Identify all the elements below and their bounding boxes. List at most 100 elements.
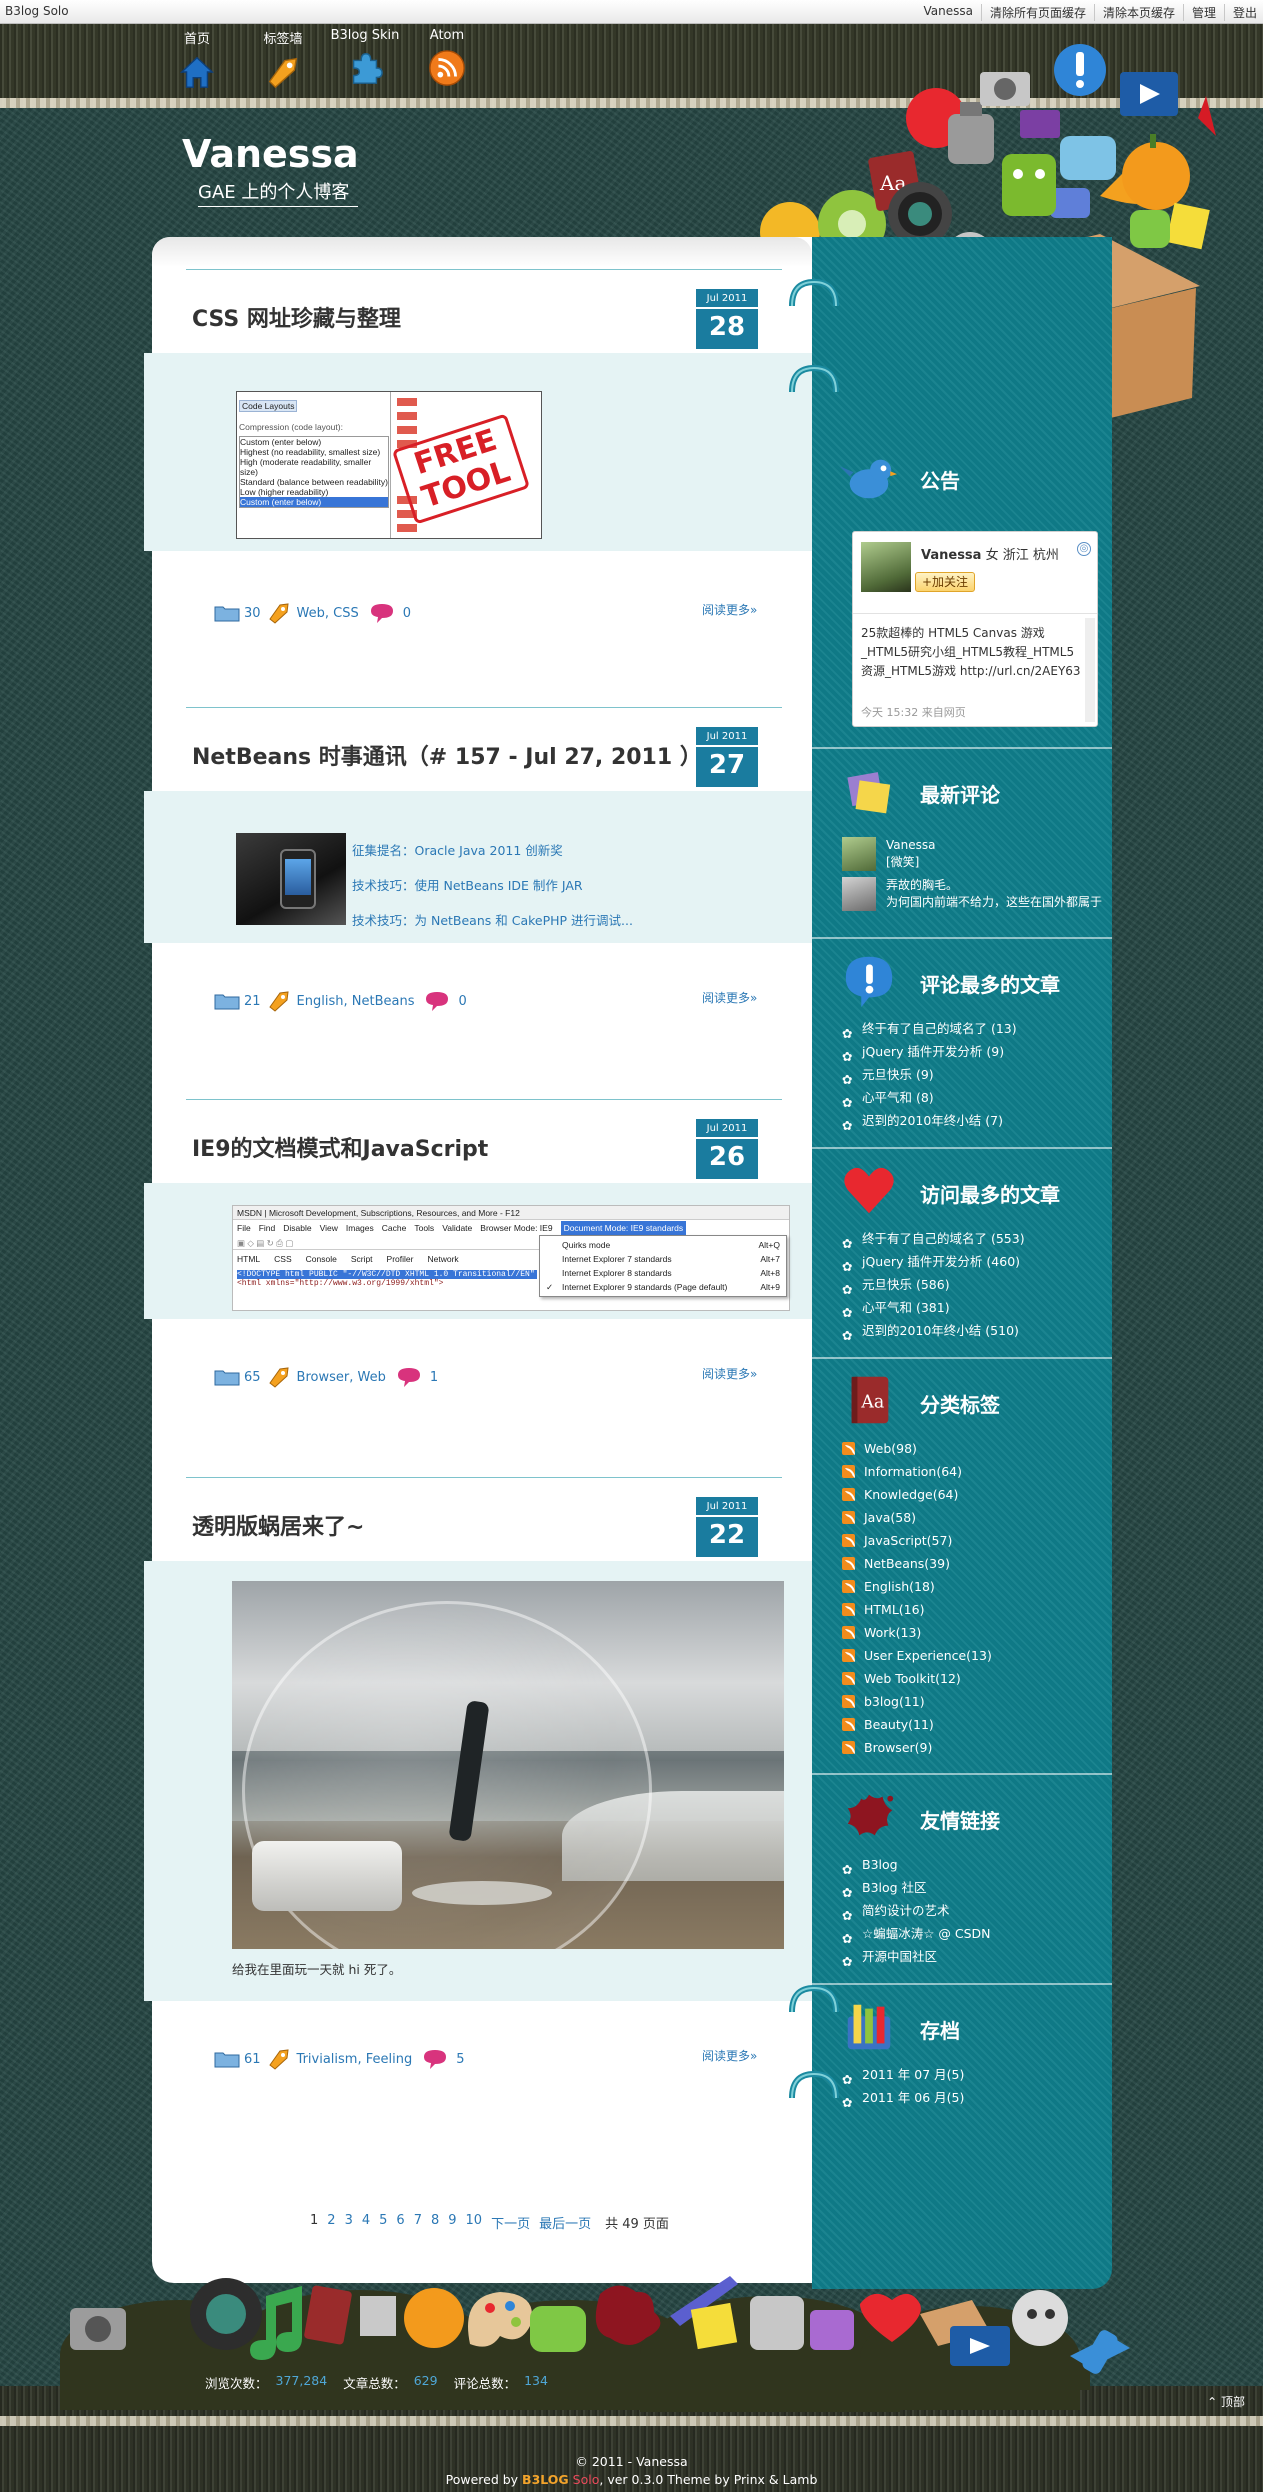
page-link[interactable]: 8 [431,2213,439,2232]
tag-item[interactable]: Browser(9) [842,1736,992,1759]
back-to-top-link[interactable]: ⌃ 顶部 [1207,2393,1245,2410]
tag-item[interactable]: Information(64) [842,1460,992,1483]
page-link[interactable]: 9 [448,2213,456,2232]
page-link[interactable]: 3 [345,2213,353,2232]
nav-tags[interactable]: 标签墙 [248,28,318,91]
post-title[interactable]: NetBeans 时事通讯（# 157 - Jul 27, 2011 ） [192,739,702,771]
page-link[interactable]: 4 [362,2213,370,2232]
weibo-logo-icon[interactable]: ◎ [1077,542,1091,556]
logout-link[interactable]: 登出 [1223,4,1257,21]
devtools-screenshot[interactable]: MSDN | Microsoft Development, Subscripti… [232,1205,790,1311]
site-title[interactable]: Vanessa [182,132,359,176]
tag-count[interactable]: 61 [244,2052,261,2067]
tag-item[interactable]: JavaScript(57) [842,1529,992,1552]
last-page-link[interactable]: 最后一页 [539,2213,591,2232]
nav-home[interactable]: 首页 [162,28,232,91]
rss-icon[interactable] [842,1488,855,1501]
rss-icon[interactable] [842,1672,855,1685]
list-item[interactable]: ✿ jQuery 插件开发分析 (460) [842,1250,1025,1274]
comment-count[interactable]: 0 [458,994,466,1009]
post-thumbnail[interactable]: Code Layouts Compression (code layout): … [236,391,542,539]
solo-link[interactable]: Solo [569,2472,600,2487]
read-more-link[interactable]: 阅读更多» [702,2047,757,2064]
tag-item[interactable]: Knowledge(64) [842,1483,992,1506]
page-link[interactable]: 6 [396,2213,404,2232]
list-item[interactable]: ✿ 心平气和 (381) [842,1296,1025,1320]
rss-icon[interactable] [842,1580,855,1593]
post-title[interactable]: CSS 网址珍藏与整理 [192,301,401,333]
weibo-avatar[interactable] [861,542,911,592]
list-item[interactable]: ✿ 心平气和 (8) [842,1086,1017,1110]
excerpt-link[interactable]: 技术技巧：使用 NetBeans IDE 制作 JAR [352,868,633,903]
next-page-link[interactable]: 下一页 [491,2213,530,2232]
weibo-name[interactable]: Vanessa [921,548,981,563]
nav-skin[interactable]: B3log Skin [330,28,400,87]
commenter-name[interactable]: Vanessa [886,837,935,854]
friend-link[interactable]: ✿ ☆蝙蝠冰涛☆ @ CSDN [842,1922,991,1946]
post-title[interactable]: IE9的文档模式和JavaScript [192,1131,488,1163]
excerpt-link[interactable]: 技术技巧：为 NetBeans 和 CakePHP 进行调试... [352,903,633,938]
rss-icon[interactable] [842,1626,855,1639]
friend-link[interactable]: ✿ B3log [842,1853,991,1877]
weibo-follow-button[interactable]: +加关注 [915,572,975,592]
list-item[interactable]: ✿ 元旦快乐 (9) [842,1063,1017,1087]
post-tags[interactable]: Web, CSS [297,606,359,621]
commenter-name[interactable]: 弄故的胸毛。 [886,877,1102,894]
weibo-scrollbar[interactable] [1085,618,1095,722]
page-link[interactable]: 2 [327,2213,335,2232]
tag-item[interactable]: NetBeans(39) [842,1552,992,1575]
b3log-logo-link[interactable]: B3LOG [522,2472,569,2487]
list-item[interactable]: ✿ 元旦快乐 (586) [842,1273,1025,1297]
page-link[interactable]: 7 [414,2213,422,2232]
tag-item[interactable]: Work(13) [842,1621,992,1644]
list-item[interactable]: ✿ 终于有了自己的域名了 (553) [842,1227,1025,1251]
commenter-avatar[interactable] [842,877,876,911]
rss-icon[interactable] [842,1534,855,1547]
commenter-avatar[interactable] [842,837,876,871]
tag-item[interactable]: Web Toolkit(12) [842,1667,992,1690]
list-item[interactable]: ✿ 迟到的2010年终小结 (7) [842,1109,1017,1133]
post-tags[interactable]: English, NetBeans [297,994,415,1009]
tag-count[interactable]: 65 [244,1370,261,1385]
excerpt-link[interactable]: 征集提名：Oracle Java 2011 创新奖 [352,833,633,868]
clear-all-cache-link[interactable]: 清除所有页面缓存 [980,4,1086,21]
tag-item[interactable]: Web(98) [842,1437,992,1460]
rss-icon[interactable] [842,1695,855,1708]
tag-item[interactable]: Beauty(11) [842,1713,992,1736]
comment-snippet[interactable]: [微笑] [886,854,935,871]
post-tags[interactable]: Trivialism, Feeling [297,2052,413,2067]
list-item[interactable]: ✿ jQuery 插件开发分析 (9) [842,1040,1017,1064]
tag-count[interactable]: 21 [244,994,261,1009]
read-more-link[interactable]: 阅读更多» [702,1365,757,1382]
tag-item[interactable]: b3log(11) [842,1690,992,1713]
rss-icon[interactable] [842,1718,855,1731]
comment-snippet[interactable]: 为何国内前端不给力，这些在国外都属于 [886,894,1102,911]
tag-item[interactable]: Java(58) [842,1506,992,1529]
phone-photo[interactable] [236,833,346,925]
nav-atom[interactable]: Atom [412,28,482,87]
weibo-post-text[interactable]: 25款超棒的 HTML5 Canvas 游戏_HTML5研究小组_HTML5教程… [861,624,1081,681]
rss-icon[interactable] [842,1741,855,1754]
tag-count[interactable]: 30 [244,606,261,621]
admin-link[interactable]: 管理 [1182,4,1216,21]
brand-link[interactable]: B3log Solo [5,4,69,18]
tag-item[interactable]: English(18) [842,1575,992,1598]
comment-count[interactable]: 5 [456,2052,464,2067]
rss-icon[interactable] [842,1465,855,1478]
post-title[interactable]: 透明版蜗居来了~ [192,1509,364,1541]
rss-icon[interactable] [842,1557,855,1570]
clear-page-cache-link[interactable]: 清除本页缓存 [1093,4,1175,21]
rss-icon[interactable] [842,1649,855,1662]
tag-item[interactable]: HTML(16) [842,1598,992,1621]
tag-item[interactable]: User Experience(13) [842,1644,992,1667]
user-link[interactable]: Vanessa [915,4,972,21]
rss-icon[interactable] [842,1442,855,1455]
bubble-photo[interactable] [232,1581,784,1949]
comment-count[interactable]: 1 [430,1370,438,1385]
read-more-link[interactable]: 阅读更多» [702,601,757,618]
list-item[interactable]: ✿ 迟到的2010年终小结 (510) [842,1319,1025,1343]
comment-count[interactable]: 0 [403,606,411,621]
read-more-link[interactable]: 阅读更多» [702,989,757,1006]
page-link[interactable]: 5 [379,2213,387,2232]
rss-icon[interactable] [842,1511,855,1524]
